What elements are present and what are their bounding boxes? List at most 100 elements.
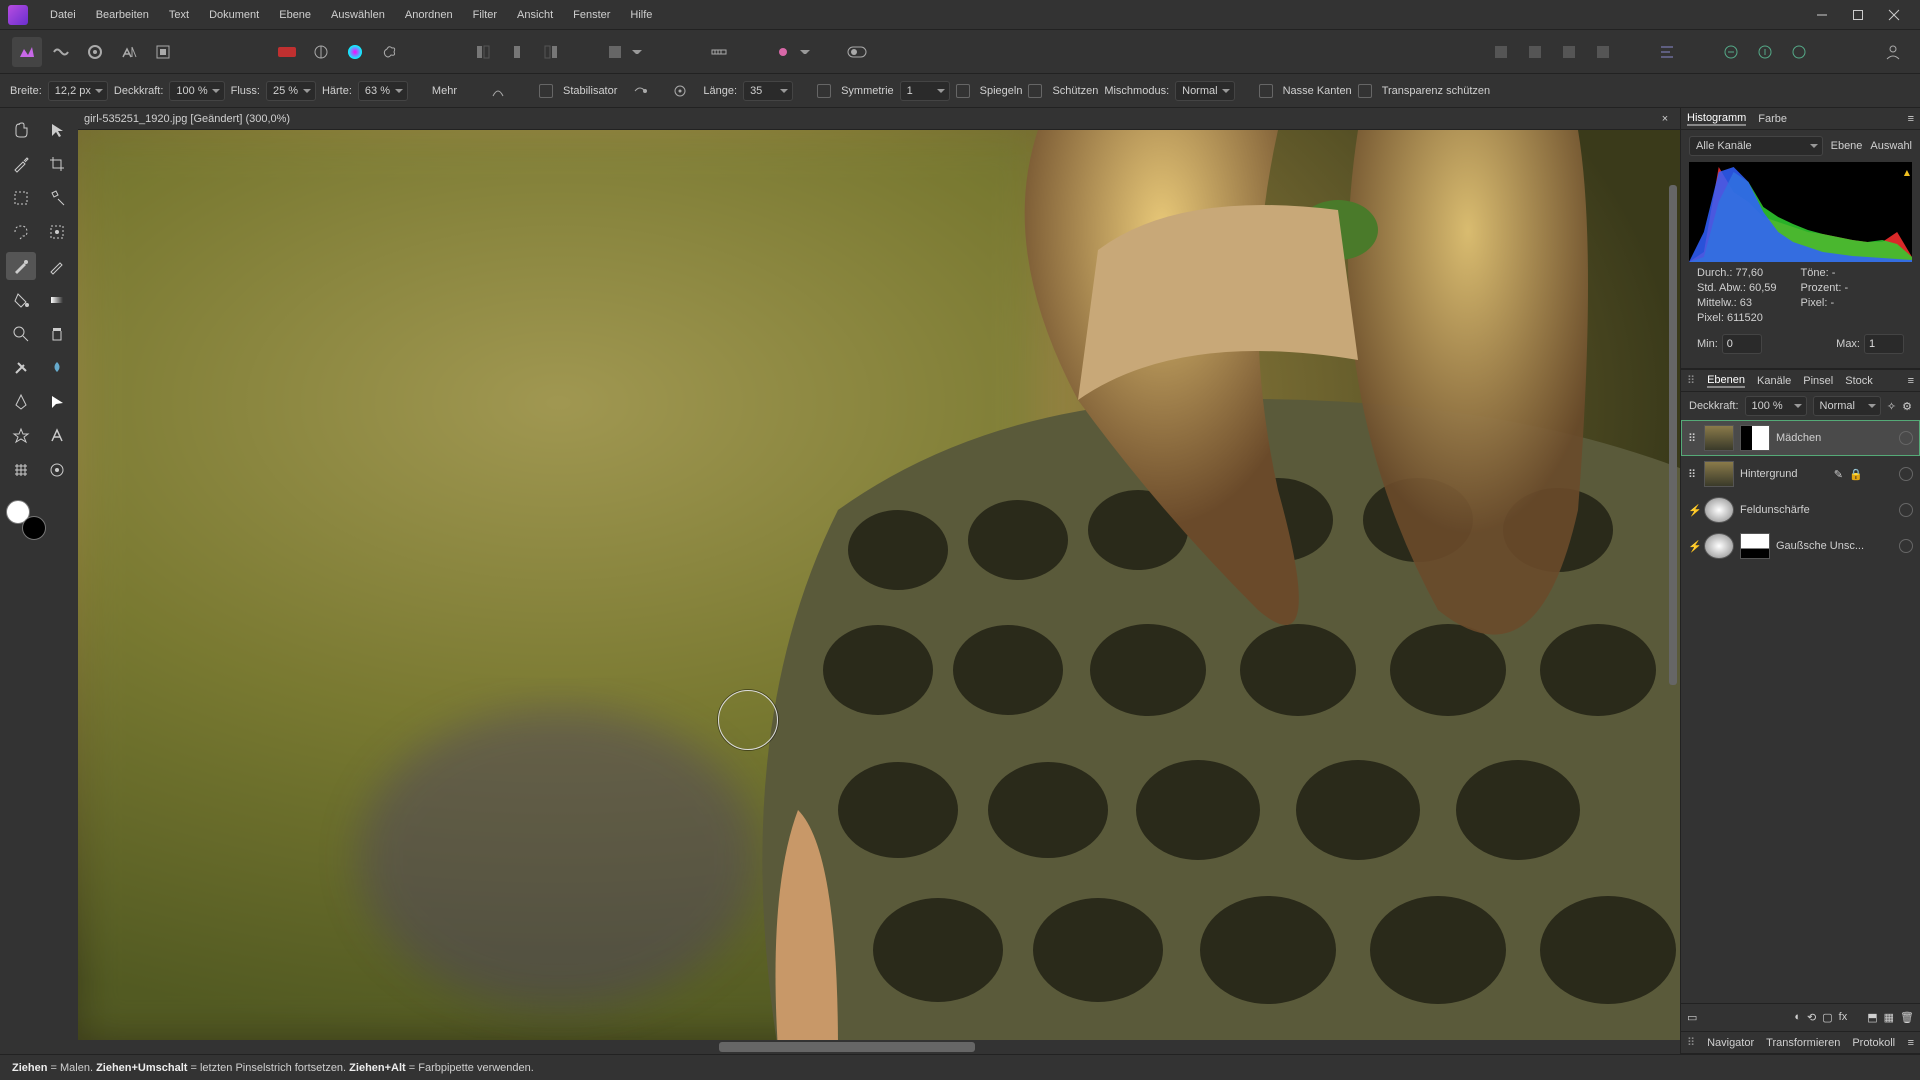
background-color[interactable] [22, 516, 46, 540]
more-button[interactable]: Mehr [432, 85, 457, 97]
tab-stock[interactable]: Stock [1845, 375, 1873, 387]
menu-filter[interactable]: Filter [463, 0, 507, 30]
symmetry-checkbox[interactable] [817, 84, 831, 98]
tab-transform[interactable]: Transformieren [1766, 1037, 1840, 1049]
measure-icon[interactable] [704, 37, 734, 67]
menu-auswählen[interactable]: Auswählen [321, 0, 395, 30]
wet-edges-checkbox[interactable] [1259, 84, 1273, 98]
edit-icon[interactable]: ✎ [1834, 468, 1843, 481]
liquify-persona-icon[interactable] [46, 37, 76, 67]
mirror-checkbox[interactable] [956, 84, 970, 98]
document-setup-icon[interactable] [306, 37, 336, 67]
grid-2-icon[interactable] [1520, 37, 1550, 67]
flow-input[interactable]: 25 % [266, 81, 316, 101]
mesh-warp-icon[interactable] [6, 456, 36, 484]
tab-channels[interactable]: Kanäle [1757, 375, 1791, 387]
fill-tool-icon[interactable] [6, 286, 36, 314]
sync-2-icon[interactable] [1750, 37, 1780, 67]
rope-mode-icon[interactable] [625, 76, 655, 106]
move-tool-icon[interactable] [42, 116, 72, 144]
horizontal-scrollbar[interactable] [78, 1040, 1680, 1054]
marquee-select-icon[interactable] [42, 218, 72, 246]
snap-right-icon[interactable] [536, 37, 566, 67]
resource-manager-icon[interactable] [374, 37, 404, 67]
window-close[interactable] [1876, 0, 1912, 30]
layer-visibility-icon[interactable] [1899, 467, 1913, 481]
delete-layer-icon[interactable]: 🗑 [1900, 1011, 1914, 1024]
paint-brush-icon[interactable] [6, 252, 36, 280]
add-live-filter-icon[interactable]: ⟲ [1807, 1011, 1816, 1024]
stabilizer-checkbox[interactable] [539, 84, 553, 98]
lock-icon[interactable]: 🔒 [1849, 468, 1863, 481]
pen-tool-icon[interactable] [6, 388, 36, 416]
layer-row[interactable]: ⠿ Mädchen [1681, 420, 1920, 456]
text-tool-icon[interactable] [42, 422, 72, 450]
arrange-icon[interactable] [600, 37, 630, 67]
symmetry-input[interactable]: 1 [900, 81, 950, 101]
dodge-tool-icon[interactable] [6, 320, 36, 348]
grid-1-icon[interactable] [1486, 37, 1516, 67]
tab-color[interactable]: Farbe [1758, 113, 1787, 125]
window-maximize[interactable] [1840, 0, 1876, 30]
gradient-tool-icon[interactable] [42, 286, 72, 314]
layer-opacity-input[interactable]: 100 % [1745, 396, 1807, 416]
sync-1-icon[interactable] [1716, 37, 1746, 67]
menu-fenster[interactable]: Fenster [563, 0, 620, 30]
add-fx-icon[interactable]: fx [1839, 1011, 1848, 1024]
layer-blend-select[interactable]: Normal [1813, 396, 1881, 416]
protect-alpha-checkbox[interactable] [1358, 84, 1372, 98]
color-format-icon[interactable] [272, 37, 302, 67]
menu-bearbeiten[interactable]: Bearbeiten [86, 0, 159, 30]
export-persona-icon[interactable] [148, 37, 178, 67]
pressure-icon[interactable] [483, 76, 513, 106]
mask-layer-icon[interactable]: ▭ [1687, 1011, 1697, 1024]
vertical-scrollbar[interactable] [1666, 130, 1680, 1040]
layers-menu-icon[interactable]: ≡ [1908, 375, 1914, 387]
window-minimize[interactable] [1804, 0, 1840, 30]
preferences-icon[interactable] [340, 37, 370, 67]
flood-select-icon[interactable] [42, 184, 72, 212]
merge-icon[interactable]: ⬒ [1867, 1011, 1877, 1024]
shape-tool-icon[interactable] [6, 422, 36, 450]
blend-mode-select[interactable]: Normal [1175, 81, 1234, 101]
zoom-tool-icon[interactable] [42, 456, 72, 484]
add-adjustment-icon[interactable]: ◐ [1794, 1011, 1801, 1024]
layer-row[interactable]: ⠿ Hintergrund ✎ 🔒 [1681, 456, 1920, 492]
layer-visibility-icon[interactable] [1899, 503, 1913, 517]
canvas-view[interactable] [78, 130, 1680, 1040]
hardness-input[interactable]: 63 % [358, 81, 408, 101]
snap-left-icon[interactable] [468, 37, 498, 67]
view-tool-icon[interactable] [6, 116, 36, 144]
snap-center-icon[interactable] [502, 37, 532, 67]
selection-brush-icon[interactable] [6, 184, 36, 212]
close-tab-icon[interactable]: × [1656, 113, 1674, 125]
window-mode-icon[interactable] [665, 76, 695, 106]
smudge-tool-icon[interactable] [42, 354, 72, 382]
crop-tool-icon[interactable] [42, 150, 72, 178]
grid-3-icon[interactable] [1554, 37, 1584, 67]
add-mask-icon[interactable]: ▢ [1822, 1011, 1832, 1024]
clone-tool-icon[interactable] [42, 320, 72, 348]
layer-row[interactable]: ⚡ Gaußsche Unsc... [1681, 528, 1920, 564]
tone-map-persona-icon[interactable] [114, 37, 144, 67]
protect-checkbox[interactable] [1028, 84, 1042, 98]
menu-ansicht[interactable]: Ansicht [507, 0, 563, 30]
photo-persona-icon[interactable] [12, 37, 42, 67]
color-swatches[interactable] [6, 500, 46, 540]
assistant-icon[interactable] [768, 37, 798, 67]
panel-menu-icon[interactable]: ≡ [1908, 113, 1914, 125]
align-icon[interactable] [1652, 37, 1682, 67]
tab-navigator[interactable]: Navigator [1707, 1037, 1754, 1049]
opacity-input[interactable]: 100 % [169, 81, 224, 101]
sync-3-icon[interactable] [1784, 37, 1814, 67]
color-picker-icon[interactable] [6, 150, 36, 178]
layer-row[interactable]: ⚡ Feldunschärfe [1681, 492, 1920, 528]
erase-brush-icon[interactable] [42, 252, 72, 280]
channels-select[interactable]: Alle Kanäle [1689, 136, 1823, 156]
node-tool-icon[interactable] [42, 388, 72, 416]
layer-visibility-icon[interactable] [1899, 539, 1913, 553]
menu-dokument[interactable]: Dokument [199, 0, 269, 30]
menu-text[interactable]: Text [159, 0, 199, 30]
navigator-menu-icon[interactable]: ≡ [1908, 1037, 1914, 1049]
tab-layers[interactable]: Ebenen [1707, 374, 1745, 388]
